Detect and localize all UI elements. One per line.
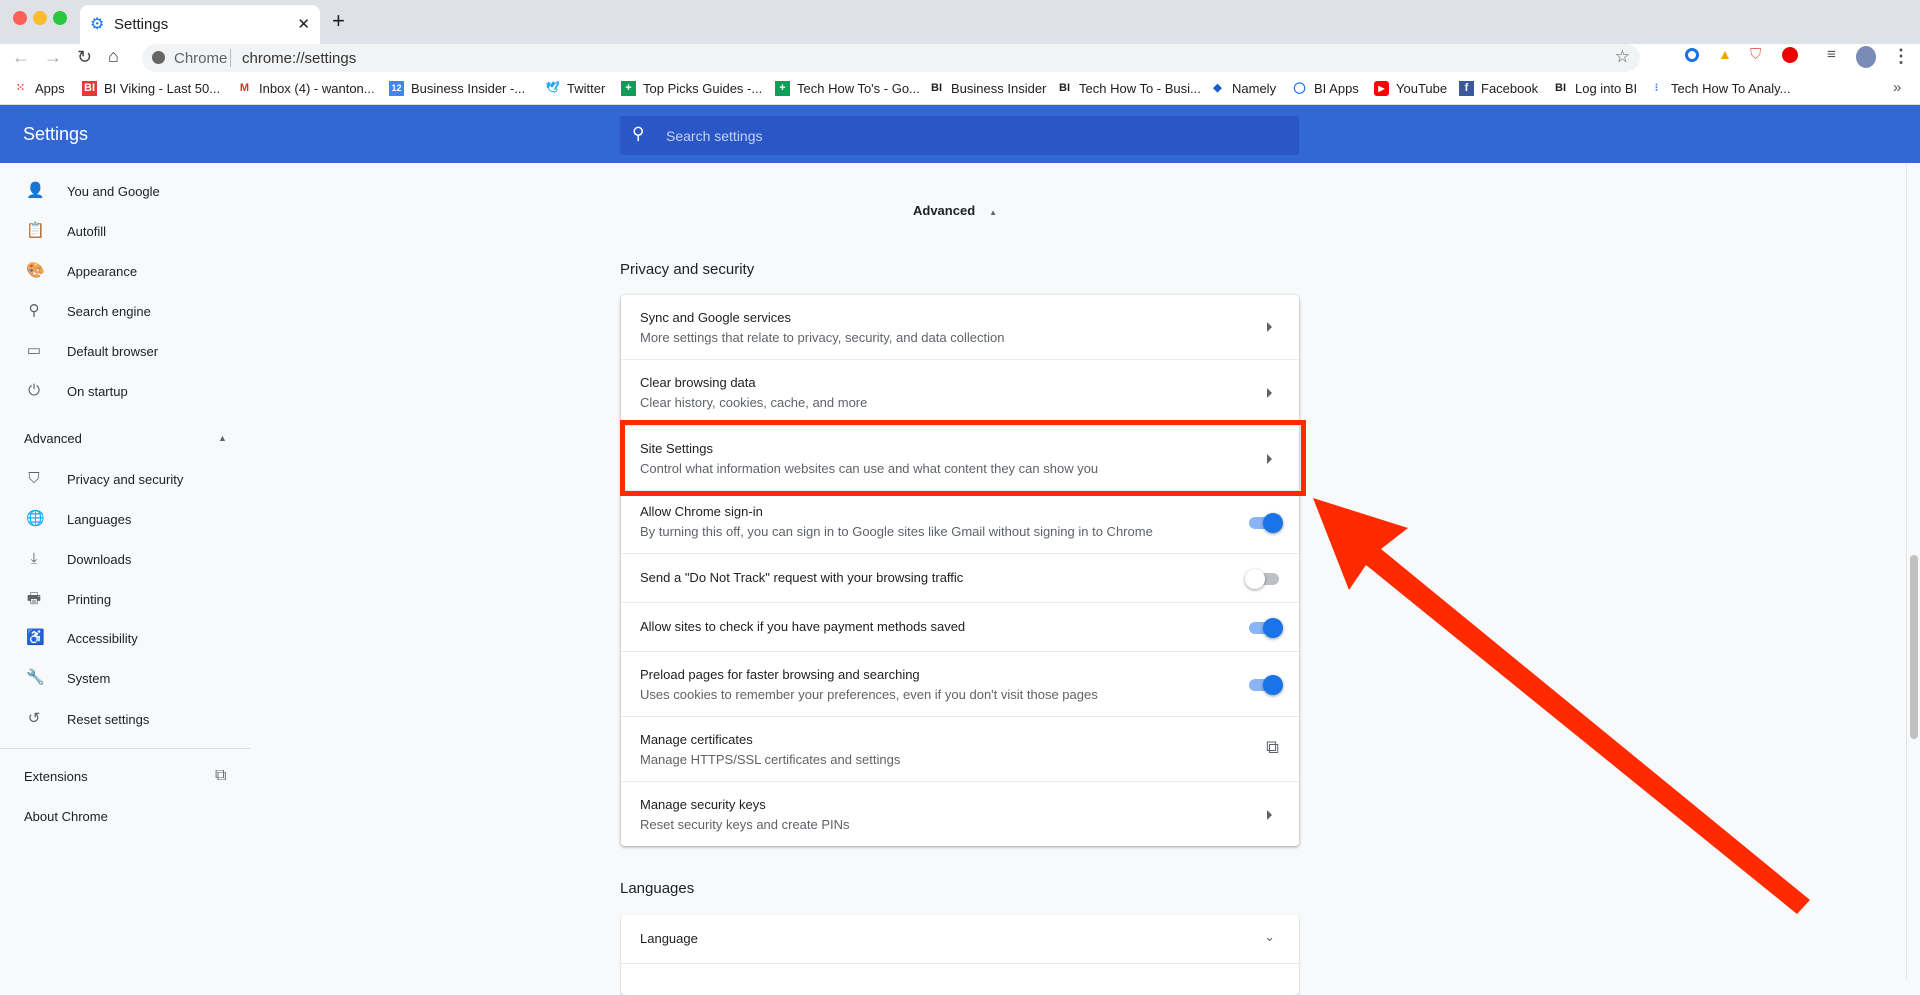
annotation-arrow: [1313, 498, 1810, 914]
arrow-shape: [1313, 498, 1810, 914]
